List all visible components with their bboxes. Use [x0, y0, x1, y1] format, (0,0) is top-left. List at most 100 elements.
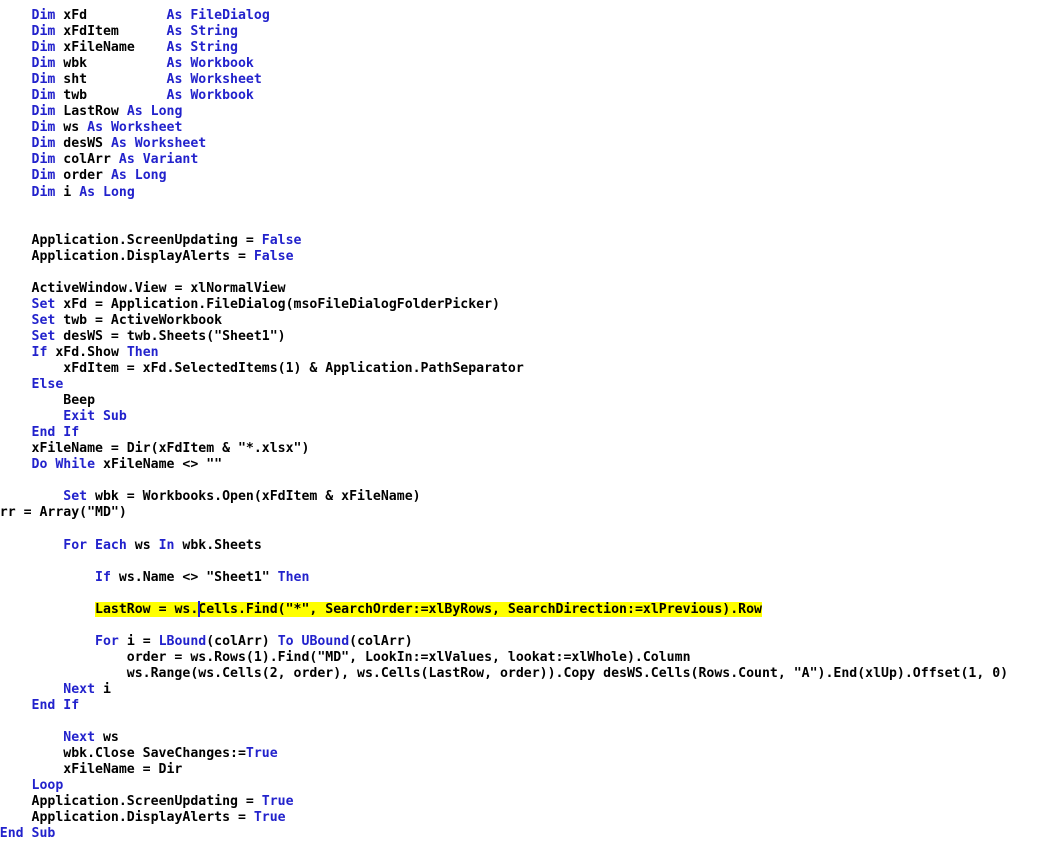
code-line[interactable]: Dim LastRow As Long	[0, 104, 1008, 120]
code-keyword: Exit Sub	[63, 409, 127, 425]
code-line[interactable]: End If	[0, 698, 1008, 714]
code-text: Application.ScreenUpdating =	[31, 232, 262, 248]
code-keyword: Dim	[31, 88, 56, 104]
code-keyword: Next	[63, 681, 96, 697]
code-line-content: Set xFd = Application.FileDialog(msoFile…	[32, 297, 500, 312]
code-line[interactable]: Dim ws As Worksheet	[0, 120, 1008, 136]
code-keyword: Variant	[142, 152, 199, 168]
code-keyword: As	[166, 88, 183, 104]
code-line[interactable]: wbk.Close SaveChanges:=True	[0, 746, 1008, 762]
code-text: xFileName	[55, 40, 167, 56]
code-line[interactable]: If xFd.Show Then	[0, 345, 1008, 361]
code-line[interactable]: xFdItem = xFd.SelectedItems(1) & Applica…	[0, 361, 1008, 377]
code-line[interactable]	[0, 522, 1008, 538]
code-text: xFileName <> ""	[95, 457, 223, 473]
code-keyword: As	[166, 8, 183, 23]
code-line[interactable]: Dim desWS As Worksheet	[0, 136, 1008, 152]
code-line-content: Application.DisplayAlerts = False	[32, 249, 294, 264]
code-text: i	[95, 681, 111, 697]
code-line[interactable]: For i = LBound(colArr) To UBound(colArr)	[0, 634, 1008, 650]
code-line-content: Application.ScreenUpdating = False	[32, 233, 302, 248]
code-keyword: String	[190, 40, 238, 56]
code-text: ws	[55, 120, 88, 136]
code-line[interactable]: Else	[0, 377, 1008, 393]
code-line-content: Dim xFd As FileDialog	[32, 8, 270, 23]
code-line[interactable]: Do While xFileName <> ""	[0, 457, 1008, 473]
code-keyword: In	[158, 537, 175, 553]
code-text: Beep	[63, 393, 96, 409]
code-line[interactable]: End Sub	[0, 826, 1008, 842]
code-line[interactable]: Loop	[0, 778, 1008, 794]
code-line[interactable]: ActiveWindow.View = xlNormalView	[0, 281, 1008, 297]
code-line-content: Set wbk = Workbooks.Open(xFdItem & xFile…	[63, 489, 420, 504]
code-keyword: For	[95, 633, 119, 649]
code-line[interactable]: Next i	[0, 682, 1008, 698]
code-editor-pane[interactable]: Dim xFd As FileDialog Dim xFdItem As Str…	[0, 0, 1064, 861]
code-line[interactable]: Dim order As Long	[0, 168, 1008, 184]
code-line[interactable]: Dim i As Long	[0, 185, 1008, 201]
code-text: order = ws.Rows(1).Find("MD", LookIn:=xl…	[126, 649, 691, 665]
code-line[interactable]: xFileName = Dir	[0, 762, 1008, 778]
code-line[interactable]: If ws.Name <> "Sheet1" Then	[0, 570, 1008, 586]
code-line[interactable]	[0, 586, 1008, 602]
code-line[interactable]: End If	[0, 425, 1008, 441]
code-keyword: Loop	[31, 778, 64, 794]
code-line[interactable]: LastRow = ws.Cells.Find("*", SearchOrder…	[0, 600, 1008, 618]
code-line[interactable]: Set twb = ActiveWorkbook	[0, 313, 1008, 329]
code-line[interactable]: Dim xFdItem As String	[0, 24, 1008, 40]
code-line[interactable]: Set wbk = Workbooks.Open(xFdItem & xFile…	[0, 489, 1008, 505]
code-line[interactable]: Dim wbk As Workbook	[0, 56, 1008, 72]
code-line[interactable]	[0, 473, 1008, 489]
code-keyword: LBound	[158, 633, 207, 649]
code-text: wbk = Workbooks.Open(xFdItem & xFileName…	[87, 489, 421, 505]
code-keyword: Do While	[31, 457, 96, 473]
code-text: Application.ScreenUpdating =	[31, 794, 262, 810]
code-line[interactable]	[0, 618, 1008, 634]
code-keyword: False	[261, 232, 302, 248]
code-line[interactable]: Beep	[0, 393, 1008, 409]
code-text: wbk	[55, 56, 167, 72]
code-line[interactable]: Application.ScreenUpdating = True	[0, 794, 1008, 810]
code-line-content: Dim desWS As Worksheet	[32, 136, 207, 151]
code-line[interactable]: order = ws.Rows(1).Find("MD", LookIn:=xl…	[0, 650, 1008, 666]
code-text: xFdItem	[55, 24, 167, 40]
code-keyword: As	[166, 72, 183, 88]
code-line[interactable]: colArr = Array("MD")	[0, 505, 1008, 521]
code-line-content: Dim wbk As Workbook	[32, 56, 254, 71]
code-keyword: Dim	[31, 168, 56, 184]
code-line-content: order = ws.Rows(1).Find("MD", LookIn:=xl…	[127, 650, 691, 665]
code-line[interactable]	[0, 554, 1008, 570]
code-line[interactable]: Dim xFd As FileDialog	[0, 8, 1008, 24]
code-line[interactable]	[0, 265, 1008, 281]
code-line[interactable]: Application.DisplayAlerts = False	[0, 249, 1008, 265]
code-text-area[interactable]: Dim xFd As FileDialog Dim xFdItem As Str…	[0, 8, 1008, 842]
code-line[interactable]: Dim colArr As Variant	[0, 152, 1008, 168]
code-line[interactable]: Application.DisplayAlerts = True	[0, 810, 1008, 826]
code-line[interactable]: Exit Sub	[0, 409, 1008, 425]
code-line[interactable]: Dim xFileName As String	[0, 40, 1008, 56]
code-line[interactable]	[0, 201, 1008, 217]
code-line[interactable]: Next ws	[0, 730, 1008, 746]
code-keyword: End If	[31, 425, 80, 441]
code-keyword: Else	[31, 377, 64, 393]
code-line[interactable]: xFileName = Dir(xFdItem & "*.xlsx")	[0, 441, 1008, 457]
code-text: ws	[126, 537, 159, 553]
code-line-content: Beep	[63, 393, 95, 408]
code-line[interactable]: Dim sht As Worksheet	[0, 72, 1008, 88]
code-line[interactable]	[0, 217, 1008, 233]
code-line[interactable]: Set xFd = Application.FileDialog(msoFile…	[0, 297, 1008, 313]
code-line[interactable]: ws.Range(ws.Cells(2, order), ws.Cells(La…	[0, 666, 1008, 682]
code-line[interactable]: For Each ws In wbk.Sheets	[0, 538, 1008, 554]
code-line[interactable]: Set desWS = twb.Sheets("Sheet1")	[0, 329, 1008, 345]
code-keyword: As	[79, 184, 96, 200]
code-text: xFd.Show	[47, 344, 127, 360]
code-line[interactable]: Dim twb As Workbook	[0, 88, 1008, 104]
code-line[interactable]: Application.ScreenUpdating = False	[0, 233, 1008, 249]
code-line[interactable]	[0, 714, 1008, 730]
code-keyword: Then	[277, 569, 310, 585]
code-keyword: Long	[150, 104, 183, 120]
